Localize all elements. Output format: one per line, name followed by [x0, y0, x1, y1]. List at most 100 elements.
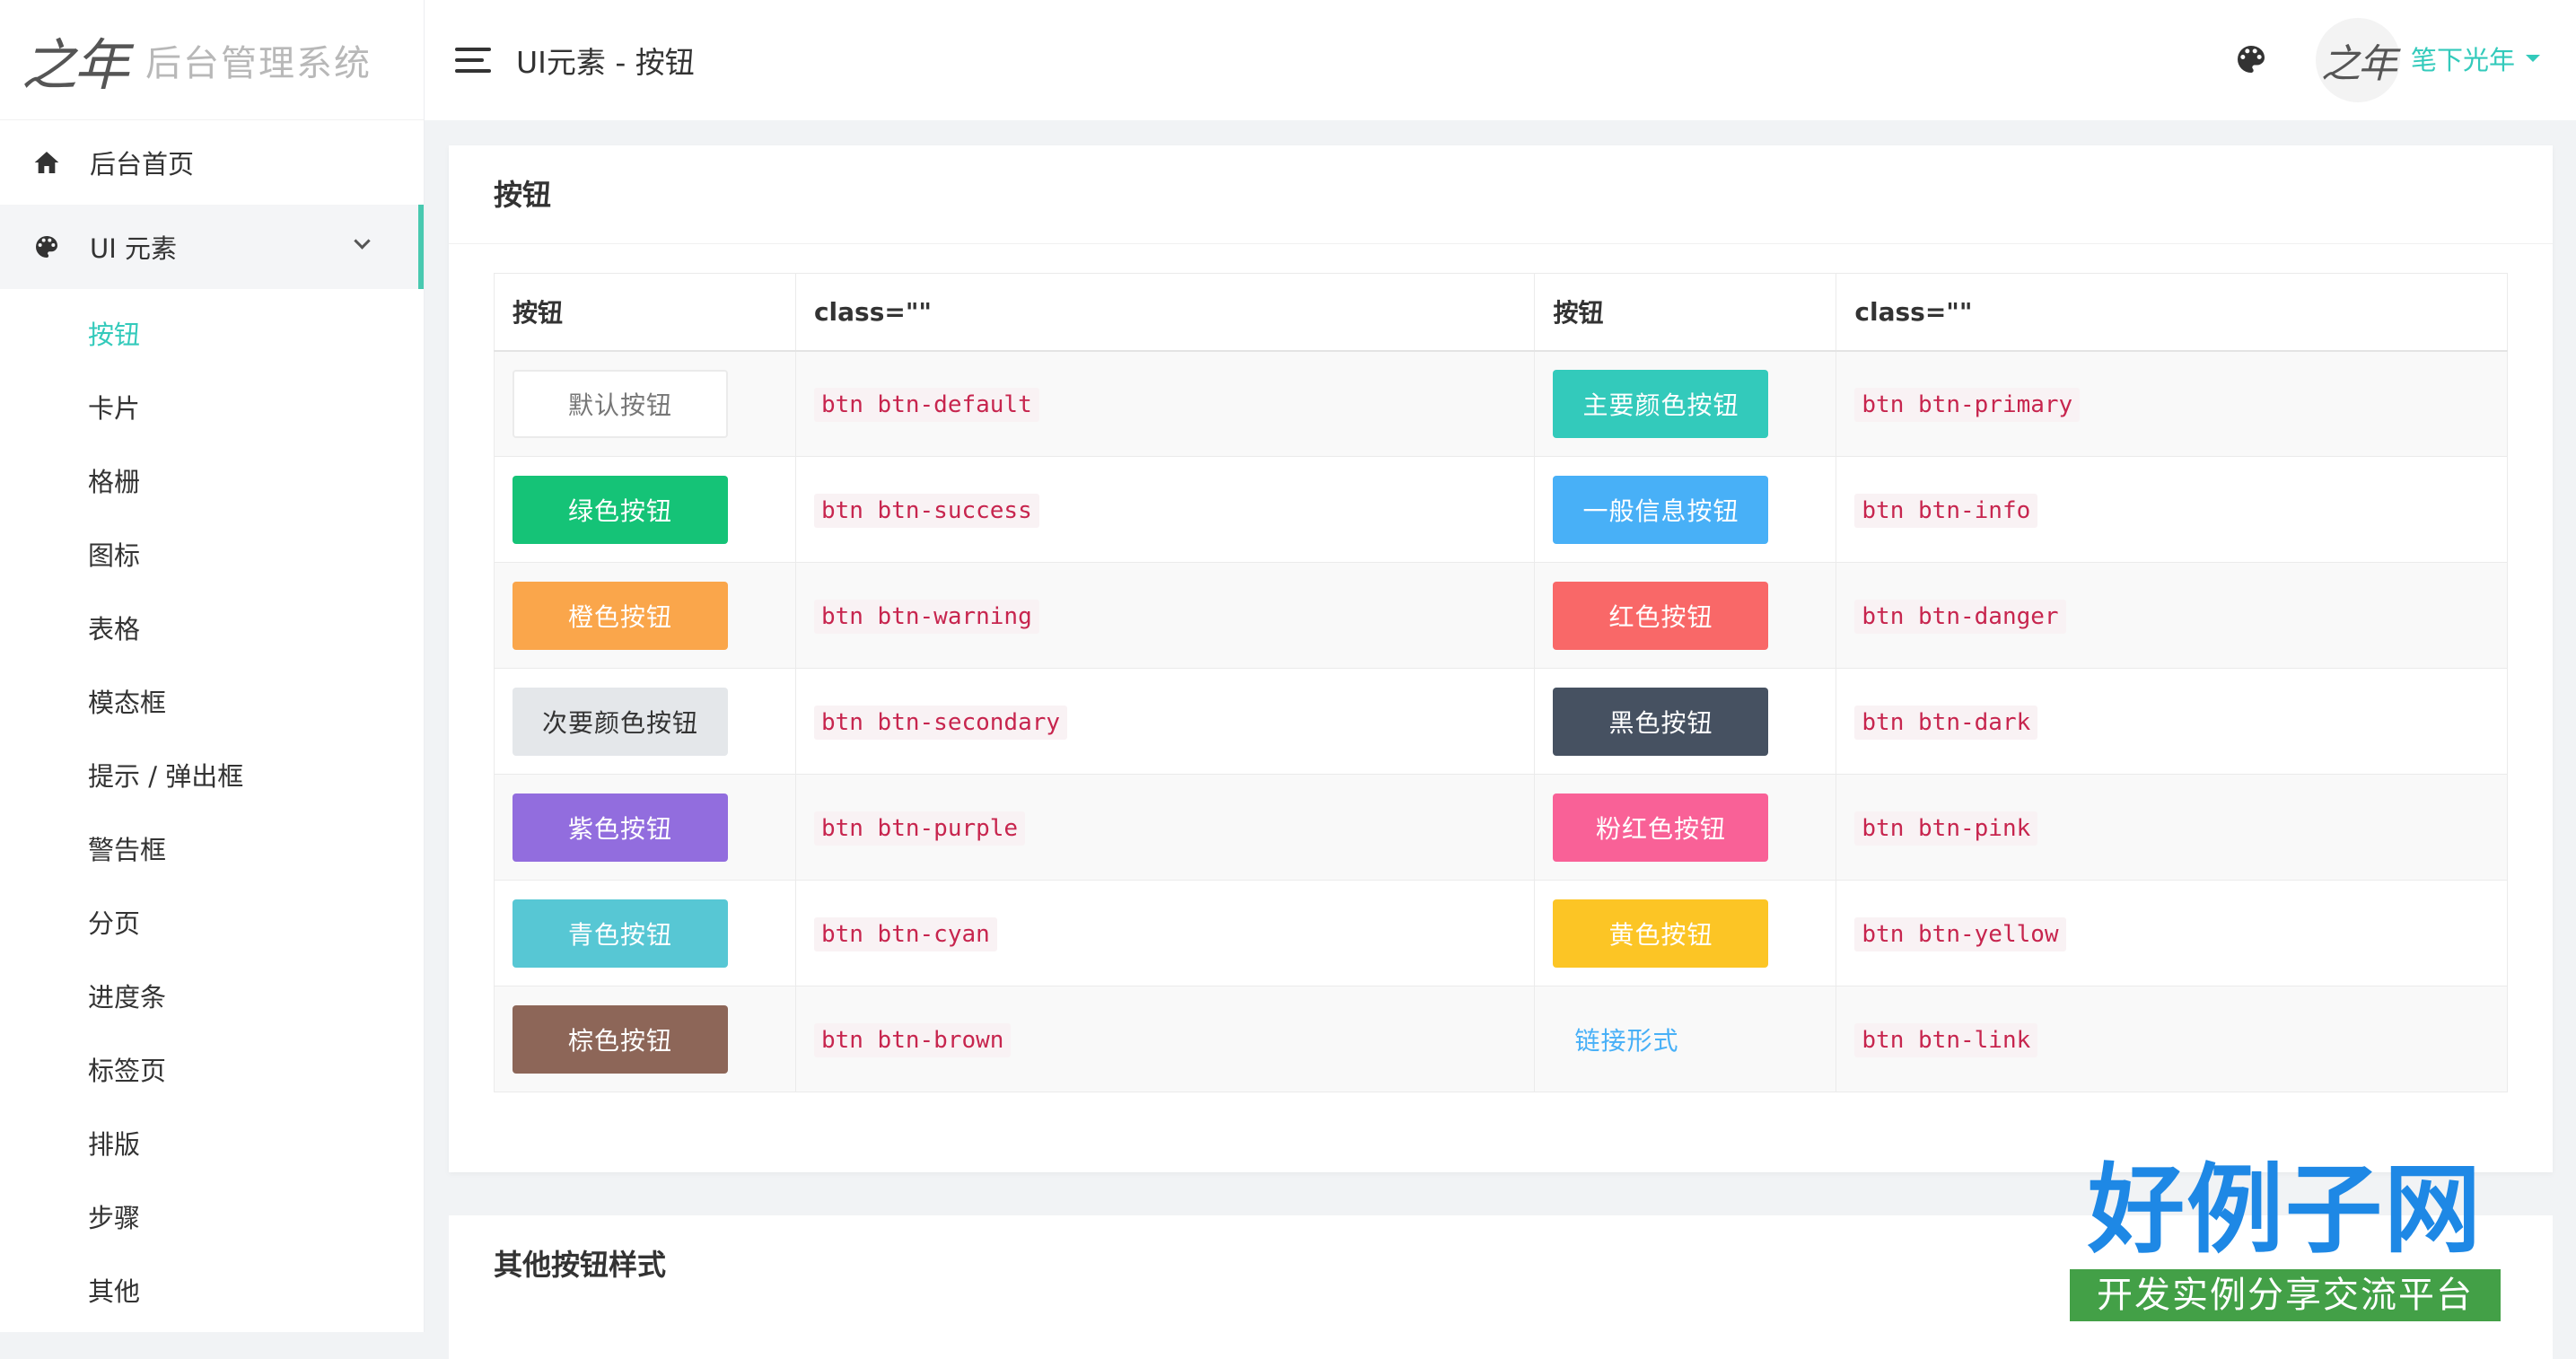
table-cell: 一般信息按钮: [1534, 456, 1837, 563]
link-button[interactable]: 链接形式: [1553, 1005, 1768, 1074]
table-cell: 黑色按钮: [1534, 668, 1837, 775]
table-cell: 主要颜色按钮: [1534, 350, 1837, 457]
table-cell: btn btn-info: [1836, 456, 2508, 563]
table-cell: btn btn-primary: [1836, 350, 2508, 457]
table-cell: 链接形式: [1534, 986, 1837, 1092]
submenu-item-tooltips[interactable]: 提示 / 弹出框: [0, 738, 424, 811]
secondary-button[interactable]: 次要颜色按钮: [513, 687, 728, 756]
table-cell: 次要颜色按钮: [494, 668, 796, 775]
menu-toggle-icon[interactable]: [455, 48, 491, 73]
table-header: class="": [1836, 273, 2508, 352]
class-code: btn btn-danger: [1854, 600, 2066, 634]
default-button[interactable]: 默认按钮: [513, 369, 728, 438]
class-code: btn btn-info: [1854, 494, 2038, 528]
submenu-item-pagination[interactable]: 分页: [0, 885, 424, 959]
purple-button[interactable]: 紫色按钮: [513, 793, 728, 862]
class-code: btn btn-warning: [813, 600, 1039, 634]
submenu-item-icons[interactable]: 图标: [0, 517, 424, 591]
table-row: 棕色按钮 btn btn-brown 链接形式 btn btn-link: [494, 986, 2508, 1092]
submenu-item-tabs[interactable]: 标签页: [0, 1032, 424, 1106]
top-header: UI元素 - 按钮 之年 笔下光年: [425, 0, 2576, 120]
submenu-item-buttons[interactable]: 按钮: [0, 296, 424, 370]
brown-button[interactable]: 棕色按钮: [513, 1004, 728, 1074]
class-code: btn btn-purple: [813, 811, 1026, 846]
pink-button[interactable]: 粉红色按钮: [1553, 793, 1769, 862]
table-cell: 棕色按钮: [494, 986, 796, 1092]
table-row: 青色按钮 btn btn-cyan 黄色按钮 btn btn-yellow: [494, 880, 2508, 986]
user-name: 笔下光年: [2410, 45, 2515, 75]
table-cell: 紫色按钮: [494, 774, 796, 881]
sidebar-item-label: UI 元素: [90, 233, 177, 264]
submenu-item-modals[interactable]: 模态框: [0, 664, 424, 738]
submenu-item-alerts[interactable]: 警告框: [0, 811, 424, 885]
buttons-card: 按钮 按钮 class="" 按钮 class="" 默认按钮 btn btn-…: [449, 145, 2553, 1172]
submenu-item-tables[interactable]: 表格: [0, 591, 424, 664]
table-cell: 青色按钮: [494, 880, 796, 986]
class-code: btn btn-pink: [1854, 811, 2038, 846]
primary-button[interactable]: 主要颜色按钮: [1553, 369, 1769, 438]
class-code: btn btn-success: [813, 494, 1039, 528]
table-cell: btn btn-secondary: [794, 668, 1536, 775]
table-cell: btn btn-brown: [794, 986, 1536, 1092]
submenu-item-progress[interactable]: 进度条: [0, 959, 424, 1032]
chevron-down-icon: [354, 232, 371, 250]
avatar[interactable]: 之年: [2316, 18, 2400, 102]
table-cell: btn btn-purple: [794, 774, 1536, 881]
table-cell: btn btn-success: [794, 456, 1536, 563]
table-cell: btn btn-pink: [1836, 774, 2508, 881]
submenu-item-steps[interactable]: 步骤: [0, 1179, 424, 1253]
success-button[interactable]: 绿色按钮: [513, 475, 728, 544]
danger-button[interactable]: 红色按钮: [1553, 581, 1769, 650]
brand[interactable]: 之年 后台管理系统: [0, 0, 424, 120]
class-code: btn btn-brown: [813, 1023, 1012, 1057]
table-row: 次要颜色按钮 btn btn-secondary 黑色按钮 btn btn-da…: [494, 668, 2508, 775]
table-header: 按钮: [494, 273, 796, 352]
table-row: 绿色按钮 btn btn-success 一般信息按钮 btn btn-info: [494, 456, 2508, 563]
dark-button[interactable]: 黑色按钮: [1553, 687, 1769, 756]
submenu-item-grid[interactable]: 格栅: [0, 443, 424, 517]
submenu-item-other[interactable]: 其他: [0, 1253, 424, 1327]
class-code: btn btn-link: [1854, 1023, 2038, 1057]
sidebar-item-label: 后台首页: [90, 149, 195, 180]
class-code: btn btn-secondary: [813, 706, 1068, 740]
table-cell: 红色按钮: [1534, 562, 1837, 669]
yellow-button[interactable]: 黄色按钮: [1553, 899, 1769, 968]
brand-name: 后台管理系统: [145, 42, 372, 84]
table-header: class="": [794, 273, 1536, 352]
table-cell: 绿色按钮: [494, 456, 796, 563]
table-cell: 默认按钮: [494, 350, 796, 457]
submenu: 按钮 卡片 格栅 图标 表格 模态框 提示 / 弹出框 警告框 分页 进度条 标…: [0, 289, 424, 1327]
card-title: 按钮: [449, 145, 2553, 244]
table-cell: 黄色按钮: [1534, 880, 1837, 986]
table-cell: btn btn-default: [794, 350, 1536, 457]
page-title: UI元素 - 按钮: [516, 45, 695, 80]
sidebar-item-ui-elements[interactable]: UI 元素: [0, 205, 424, 289]
warning-button[interactable]: 橙色按钮: [513, 581, 728, 650]
user-menu[interactable]: 笔下光年: [2411, 39, 2540, 77]
theme-palette-icon[interactable]: [2233, 41, 2269, 77]
home-icon: [32, 148, 61, 177]
class-code: btn btn-cyan: [813, 917, 997, 951]
caret-down-icon: [2526, 55, 2540, 62]
table-cell: 粉红色按钮: [1534, 774, 1837, 881]
brand-logo: 之年: [22, 31, 129, 98]
table-cell: 橙色按钮: [494, 562, 796, 669]
sidebar-item-home[interactable]: 后台首页: [0, 120, 424, 205]
table-header: 按钮: [1534, 273, 1837, 352]
sidebar: 之年 后台管理系统 后台首页 UI 元素 按钮 卡片 格栅 图标 表格 模态框 …: [0, 0, 425, 1332]
table-row: 紫色按钮 btn btn-purple 粉红色按钮 btn btn-pink: [494, 774, 2508, 881]
watermark-badge: 好例子网 开发实例分享交流平台: [2070, 1156, 2501, 1321]
palette-icon: [32, 232, 61, 261]
submenu-item-cards[interactable]: 卡片: [0, 370, 424, 443]
class-code: btn btn-dark: [1854, 706, 2038, 740]
table-row: 橙色按钮 btn btn-warning 红色按钮 btn btn-danger: [494, 562, 2508, 669]
table-cell: btn btn-danger: [1836, 562, 2508, 669]
submenu-item-typography[interactable]: 排版: [0, 1106, 424, 1179]
table-cell: btn btn-link: [1836, 986, 2508, 1092]
cyan-button[interactable]: 青色按钮: [513, 899, 728, 968]
table-row: 默认按钮 btn btn-default 主要颜色按钮 btn btn-prim…: [494, 350, 2508, 457]
info-button[interactable]: 一般信息按钮: [1553, 475, 1769, 544]
table-header-row: 按钮 class="" 按钮 class="": [494, 273, 2508, 352]
table-cell: btn btn-warning: [794, 562, 1536, 669]
class-code: btn btn-default: [813, 388, 1039, 423]
